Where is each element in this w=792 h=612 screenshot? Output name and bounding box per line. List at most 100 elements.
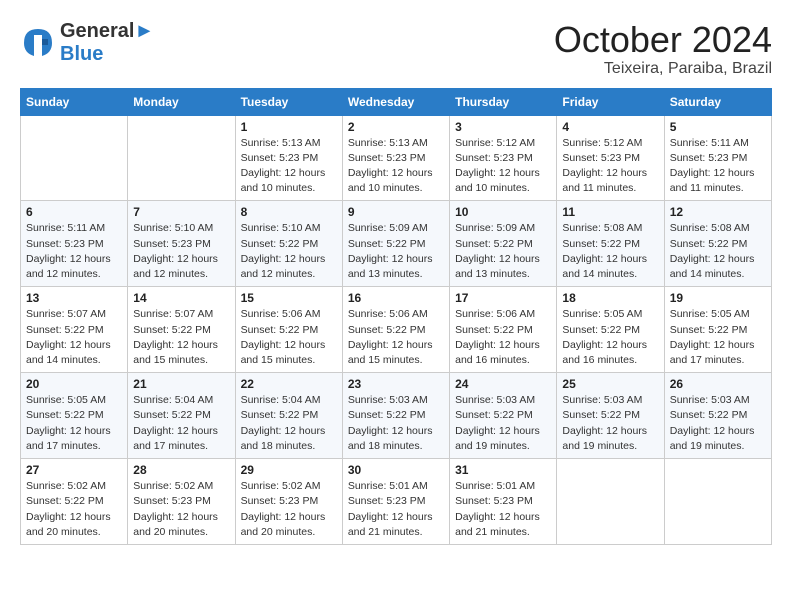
calendar-cell: 2Sunrise: 5:13 AM Sunset: 5:23 PM Daylig… bbox=[342, 115, 449, 201]
day-info: Sunrise: 5:03 AM Sunset: 5:22 PM Dayligh… bbox=[562, 393, 658, 454]
day-number: 23 bbox=[348, 377, 444, 391]
weekday-header: Tuesday bbox=[235, 88, 342, 115]
calendar-cell: 3Sunrise: 5:12 AM Sunset: 5:23 PM Daylig… bbox=[450, 115, 557, 201]
day-number: 21 bbox=[133, 377, 229, 391]
calendar-cell: 5 Sunrise: 5:11 AM Sunset: 5:23 PM Daylig… bbox=[664, 115, 771, 201]
calendar-cell: 12Sunrise: 5:08 AM Sunset: 5:22 PM Dayli… bbox=[664, 201, 771, 287]
calendar-cell: 14 Sunrise: 5:07 AM Sunset: 5:22 PM Dayli… bbox=[128, 287, 235, 373]
day-info: Sunrise: 5:06 AM Sunset: 5:22 PM Dayligh… bbox=[455, 307, 551, 368]
weekday-header-row: SundayMondayTuesdayWednesdayThursdayFrid… bbox=[21, 88, 772, 115]
day-info: Sunrise: 5:09 AM Sunset: 5:22 PM Dayligh… bbox=[455, 221, 551, 282]
day-number: 16 bbox=[348, 291, 444, 305]
weekday-header: Monday bbox=[128, 88, 235, 115]
month-title: October 2024 bbox=[554, 20, 772, 60]
calendar-cell: 9Sunrise: 5:09 AM Sunset: 5:22 PM Daylig… bbox=[342, 201, 449, 287]
calendar-cell: 19 Sunrise: 5:05 AM Sunset: 5:22 PM Dayli… bbox=[664, 287, 771, 373]
calendar-cell: 21 Sunrise: 5:04 AM Sunset: 5:22 PM Dayli… bbox=[128, 373, 235, 459]
day-number: 18 bbox=[562, 291, 658, 305]
calendar-cell: 18 Sunrise: 5:05 AM Sunset: 5:22 PM Dayli… bbox=[557, 287, 664, 373]
day-info: Sunrise: 5:06 AM Sunset: 5:22 PM Dayligh… bbox=[241, 307, 337, 368]
logo-icon bbox=[20, 25, 56, 61]
day-info: Sunrise: 5:07 AM Sunset: 5:22 PM Dayligh… bbox=[26, 307, 122, 368]
calendar-week-row: 13 Sunrise: 5:07 AM Sunset: 5:22 PM Dayli… bbox=[21, 287, 772, 373]
weekday-header: Saturday bbox=[664, 88, 771, 115]
calendar-cell: 28 Sunrise: 5:02 AM Sunset: 5:23 PM Dayli… bbox=[128, 459, 235, 545]
calendar-cell bbox=[664, 459, 771, 545]
weekday-header: Sunday bbox=[21, 88, 128, 115]
day-info: Sunrise: 5:08 AM Sunset: 5:22 PM Dayligh… bbox=[670, 221, 766, 282]
calendar-cell: 8 Sunrise: 5:10 AM Sunset: 5:22 PM Daylig… bbox=[235, 201, 342, 287]
day-number: 13 bbox=[26, 291, 122, 305]
calendar-cell: 26Sunrise: 5:03 AM Sunset: 5:22 PM Dayli… bbox=[664, 373, 771, 459]
day-info: Sunrise: 5:05 AM Sunset: 5:22 PM Dayligh… bbox=[562, 307, 658, 368]
weekday-header: Thursday bbox=[450, 88, 557, 115]
day-number: 28 bbox=[133, 463, 229, 477]
day-number: 24 bbox=[455, 377, 551, 391]
day-number: 11 bbox=[562, 205, 658, 219]
day-info: Sunrise: 5:05 AM Sunset: 5:22 PM Dayligh… bbox=[670, 307, 766, 368]
calendar-cell: 1 Sunrise: 5:13 AM Sunset: 5:23 PM Daylig… bbox=[235, 115, 342, 201]
calendar-cell: 25 Sunrise: 5:03 AM Sunset: 5:22 PM Dayli… bbox=[557, 373, 664, 459]
day-info: Sunrise: 5:10 AM Sunset: 5:22 PM Dayligh… bbox=[241, 221, 337, 282]
day-number: 10 bbox=[455, 205, 551, 219]
day-info: Sunrise: 5:13 AM Sunset: 5:23 PM Dayligh… bbox=[241, 136, 337, 197]
calendar-cell: 10 Sunrise: 5:09 AM Sunset: 5:22 PM Dayli… bbox=[450, 201, 557, 287]
day-info: Sunrise: 5:03 AM Sunset: 5:22 PM Dayligh… bbox=[455, 393, 551, 454]
calendar-cell bbox=[557, 459, 664, 545]
day-info: Sunrise: 5:04 AM Sunset: 5:22 PM Dayligh… bbox=[241, 393, 337, 454]
day-info: Sunrise: 5:03 AM Sunset: 5:22 PM Dayligh… bbox=[348, 393, 444, 454]
calendar-cell: 13 Sunrise: 5:07 AM Sunset: 5:22 PM Dayli… bbox=[21, 287, 128, 373]
day-info: Sunrise: 5:07 AM Sunset: 5:22 PM Dayligh… bbox=[133, 307, 229, 368]
logo: General► Blue bbox=[20, 20, 154, 66]
calendar-cell: 23 Sunrise: 5:03 AM Sunset: 5:22 PM Dayli… bbox=[342, 373, 449, 459]
calendar-cell: 20Sunrise: 5:05 AM Sunset: 5:22 PM Dayli… bbox=[21, 373, 128, 459]
day-info: Sunrise: 5:03 AM Sunset: 5:22 PM Dayligh… bbox=[670, 393, 766, 454]
calendar-week-row: 20Sunrise: 5:05 AM Sunset: 5:22 PM Dayli… bbox=[21, 373, 772, 459]
calendar-cell: 31 Sunrise: 5:01 AM Sunset: 5:23 PM Dayli… bbox=[450, 459, 557, 545]
weekday-header: Wednesday bbox=[342, 88, 449, 115]
day-info: Sunrise: 5:01 AM Sunset: 5:23 PM Dayligh… bbox=[348, 479, 444, 540]
day-number: 22 bbox=[241, 377, 337, 391]
day-info: Sunrise: 5:05 AM Sunset: 5:22 PM Dayligh… bbox=[26, 393, 122, 454]
day-info: Sunrise: 5:01 AM Sunset: 5:23 PM Dayligh… bbox=[455, 479, 551, 540]
calendar-cell bbox=[21, 115, 128, 201]
location: Teixeira, Paraiba, Brazil bbox=[554, 60, 772, 78]
logo-text: General► Blue bbox=[60, 20, 154, 66]
day-number: 30 bbox=[348, 463, 444, 477]
day-number: 25 bbox=[562, 377, 658, 391]
calendar-cell: 29Sunrise: 5:02 AM Sunset: 5:23 PM Dayli… bbox=[235, 459, 342, 545]
calendar-cell: 17 Sunrise: 5:06 AM Sunset: 5:22 PM Dayli… bbox=[450, 287, 557, 373]
day-number: 8 bbox=[241, 205, 337, 219]
calendar-table: SundayMondayTuesdayWednesdayThursdayFrid… bbox=[20, 88, 772, 545]
day-info: Sunrise: 5:09 AM Sunset: 5:22 PM Dayligh… bbox=[348, 221, 444, 282]
day-info: Sunrise: 5:12 AM Sunset: 5:23 PM Dayligh… bbox=[455, 136, 551, 197]
calendar-week-row: 27Sunrise: 5:02 AM Sunset: 5:22 PM Dayli… bbox=[21, 459, 772, 545]
day-info: Sunrise: 5:08 AM Sunset: 5:22 PM Dayligh… bbox=[562, 221, 658, 282]
day-info: Sunrise: 5:13 AM Sunset: 5:23 PM Dayligh… bbox=[348, 136, 444, 197]
weekday-header: Friday bbox=[557, 88, 664, 115]
day-number: 1 bbox=[241, 120, 337, 134]
day-number: 17 bbox=[455, 291, 551, 305]
day-number: 31 bbox=[455, 463, 551, 477]
day-info: Sunrise: 5:04 AM Sunset: 5:22 PM Dayligh… bbox=[133, 393, 229, 454]
day-info: Sunrise: 5:11 AM Sunset: 5:23 PM Dayligh… bbox=[670, 136, 766, 197]
calendar-week-row: 1 Sunrise: 5:13 AM Sunset: 5:23 PM Daylig… bbox=[21, 115, 772, 201]
page-header: General► Blue October 2024 Teixeira, Par… bbox=[20, 20, 772, 78]
day-number: 19 bbox=[670, 291, 766, 305]
calendar-cell: 22 Sunrise: 5:04 AM Sunset: 5:22 PM Dayli… bbox=[235, 373, 342, 459]
day-number: 6 bbox=[26, 205, 122, 219]
day-number: 5 bbox=[670, 120, 766, 134]
calendar-cell bbox=[128, 115, 235, 201]
calendar-week-row: 6Sunrise: 5:11 AM Sunset: 5:23 PM Daylig… bbox=[21, 201, 772, 287]
calendar-cell: 16Sunrise: 5:06 AM Sunset: 5:22 PM Dayli… bbox=[342, 287, 449, 373]
day-number: 4 bbox=[562, 120, 658, 134]
calendar-cell: 4Sunrise: 5:12 AM Sunset: 5:23 PM Daylig… bbox=[557, 115, 664, 201]
calendar-cell: 7Sunrise: 5:10 AM Sunset: 5:23 PM Daylig… bbox=[128, 201, 235, 287]
title-block: October 2024 Teixeira, Paraiba, Brazil bbox=[554, 20, 772, 78]
day-number: 15 bbox=[241, 291, 337, 305]
calendar-cell: 15 Sunrise: 5:06 AM Sunset: 5:22 PM Dayli… bbox=[235, 287, 342, 373]
day-number: 14 bbox=[133, 291, 229, 305]
calendar-cell: 6Sunrise: 5:11 AM Sunset: 5:23 PM Daylig… bbox=[21, 201, 128, 287]
day-info: Sunrise: 5:02 AM Sunset: 5:23 PM Dayligh… bbox=[133, 479, 229, 540]
day-number: 7 bbox=[133, 205, 229, 219]
